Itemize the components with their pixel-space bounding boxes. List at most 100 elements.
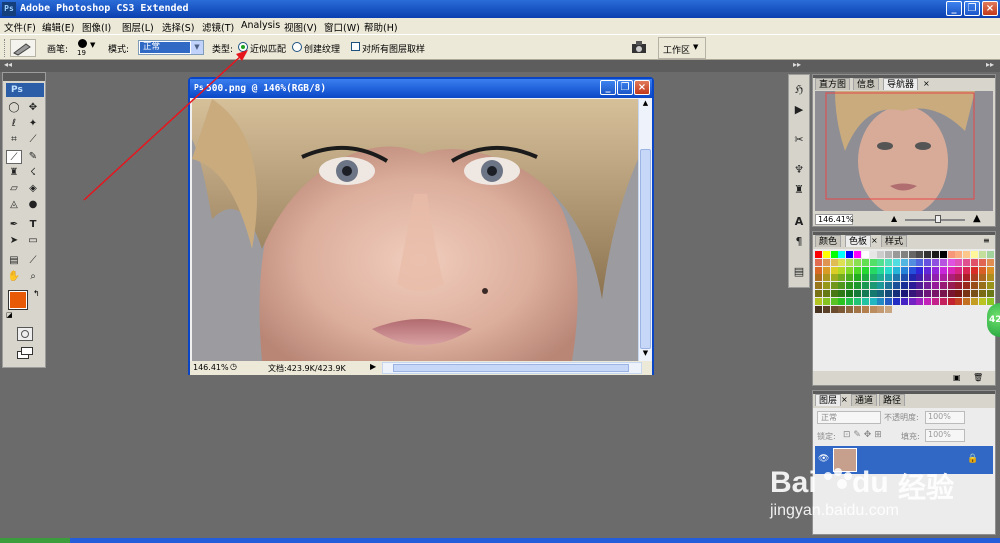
tab-channels[interactable]: 通道 [851,394,878,406]
tab-paths[interactable]: 路径 [879,394,906,406]
color-swatch[interactable] [885,251,893,258]
color-swatch[interactable] [838,274,846,282]
color-swatch[interactable] [830,258,838,266]
color-swatch[interactable] [861,282,869,290]
tab-layers[interactable]: 图层 [815,394,842,406]
zoom-out-icon[interactable]: ▲ [891,214,897,223]
color-swatch[interactable] [830,251,838,258]
color-swatch[interactable] [830,282,838,290]
delete-swatch-icon[interactable]: 🗑 [973,373,983,382]
color-swatch[interactable] [830,274,838,282]
color-swatch[interactable] [971,297,978,305]
start-button[interactable] [0,538,70,543]
color-swatch[interactable] [815,258,822,266]
color-swatch[interactable] [869,290,877,297]
color-swatch[interactable] [971,274,978,282]
color-swatch[interactable] [908,258,916,266]
brushes-panel-icon[interactable]: ♆ [792,163,806,177]
color-swatch[interactable] [986,266,994,274]
color-swatch[interactable] [893,258,900,266]
color-swatch[interactable] [885,274,893,282]
color-swatch[interactable] [963,290,971,297]
tab-close-icon[interactable]: × [923,79,930,88]
color-swatch[interactable] [815,305,822,313]
color-swatch[interactable] [838,305,846,313]
tool-presets-icon[interactable]: ✂ [792,133,806,147]
color-swatch[interactable] [885,305,893,313]
color-swatch[interactable] [978,290,986,297]
color-swatch[interactable] [822,297,830,305]
opacity-field[interactable]: 100% [925,411,965,424]
color-swatch[interactable] [830,290,838,297]
color-swatch[interactable] [838,266,846,274]
color-swatch[interactable] [924,266,932,274]
color-swatch[interactable] [822,290,830,297]
color-swatch[interactable] [846,282,854,290]
blend-mode-select[interactable]: 正常 [817,411,881,424]
color-swatch[interactable] [869,274,877,282]
tab-close-icon[interactable]: × [841,395,848,404]
color-swatch[interactable] [869,258,877,266]
color-swatch[interactable] [932,290,939,297]
tab-navigator[interactable]: 导航器 [883,78,919,90]
color-swatch[interactable] [963,266,971,274]
navigator-preview[interactable] [815,91,993,216]
color-swatch[interactable] [822,274,830,282]
paragraph-panel-icon[interactable]: ¶ [792,235,806,249]
color-swatch[interactable] [815,251,822,258]
navigator-zoom-field[interactable]: 146.41% [815,214,854,225]
color-swatch[interactable] [924,282,932,290]
color-swatch[interactable] [869,282,877,290]
color-swatch[interactable] [877,274,885,282]
color-swatch[interactable] [877,305,885,313]
color-swatch[interactable] [822,282,830,290]
swatch-grid[interactable] [813,249,995,371]
color-swatch[interactable] [900,274,908,282]
color-swatch[interactable] [955,297,963,305]
color-swatch[interactable] [947,251,955,258]
color-swatch[interactable] [846,251,854,258]
color-swatch[interactable] [955,282,963,290]
color-swatch[interactable] [963,274,971,282]
character-panel-icon[interactable]: A [792,215,806,229]
tab-styles[interactable]: 样式 [881,235,908,247]
color-swatch[interactable] [885,290,893,297]
color-swatch[interactable] [869,305,877,313]
lock-icons[interactable]: ⊡ ✎ ✥ ⊞ [843,430,882,440]
color-swatch[interactable] [955,251,963,258]
color-swatch[interactable] [908,282,916,290]
color-swatch[interactable] [861,274,869,282]
color-swatch[interactable] [877,251,885,258]
color-swatch[interactable] [908,251,916,258]
color-swatch[interactable] [939,290,947,297]
color-swatch[interactable] [861,297,869,305]
color-swatch[interactable] [854,266,861,274]
actions-panel-icon[interactable]: ▶ [792,103,806,117]
color-swatch[interactable] [900,258,908,266]
color-swatch[interactable] [885,266,893,274]
color-swatch[interactable] [830,266,838,274]
color-swatch[interactable] [916,297,924,305]
color-swatch[interactable] [861,305,869,313]
color-swatch[interactable] [978,297,986,305]
color-swatch[interactable] [893,290,900,297]
color-swatch[interactable] [939,251,947,258]
color-swatch[interactable] [947,297,955,305]
color-swatch[interactable] [971,266,978,274]
tab-swatches[interactable]: 色板 [845,235,872,247]
color-swatch[interactable] [908,266,916,274]
color-swatch[interactable] [908,297,916,305]
color-swatch[interactable] [947,282,955,290]
color-swatch[interactable] [822,266,830,274]
color-swatch[interactable] [955,258,963,266]
color-swatch[interactable] [908,274,916,282]
navigator-zoom-slider[interactable] [905,215,965,223]
color-swatch[interactable] [939,258,947,266]
color-swatch[interactable] [815,290,822,297]
color-swatch[interactable] [838,282,846,290]
color-swatch[interactable] [838,290,846,297]
color-swatch[interactable] [955,266,963,274]
color-swatch[interactable] [932,258,939,266]
color-swatch[interactable] [900,290,908,297]
color-swatch[interactable] [822,251,830,258]
